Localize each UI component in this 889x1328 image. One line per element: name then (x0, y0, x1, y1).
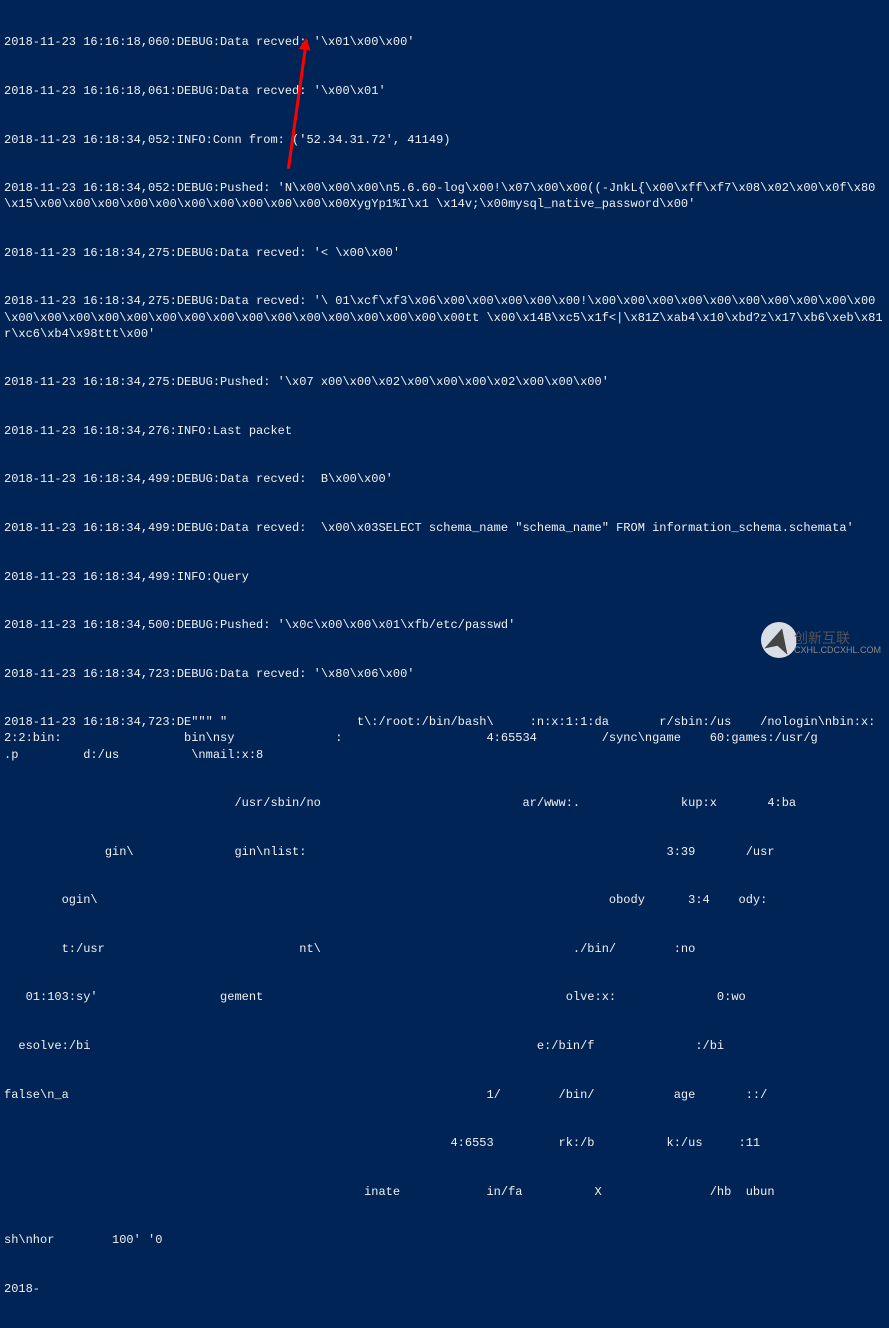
log-line: sh\nhor 100' '0 (4, 1232, 885, 1248)
log-line: esolve:/bi e:/bin/f :/bi (4, 1038, 885, 1054)
watermark-brand-name: 创新互联 (794, 631, 881, 646)
log-line: 2018-11-23 16:16:18,060:DEBUG:Data recve… (4, 34, 885, 50)
log-line: 2018-11-23 16:18:34,500:DEBUG:Pushed: '\… (4, 617, 885, 633)
log-line: 2018-11-23 16:18:34,723:DE""" " t\:/root… (4, 714, 885, 763)
terminal-output: 2018-11-23 16:16:18,060:DEBUG:Data recve… (0, 0, 889, 1328)
log-line: gin\ gin\nlist: 3:39 /usr (4, 844, 885, 860)
log-line: ogin\ obody 3:4 ody: (4, 892, 885, 908)
log-line: 2018-11-23 16:18:34,723:DEBUG:Data recve… (4, 666, 885, 682)
log-line: 2018-11-23 16:18:34,275:DEBUG:Pushed: '\… (4, 374, 885, 390)
log-line: 01:103:sy' gement olve:x: 0:wo (4, 989, 885, 1005)
log-line: 2018-11-23 16:18:34,276:INFO:Last packet (4, 423, 885, 439)
log-line: 4:6553 rk:/b k:/us :11 (4, 1135, 885, 1151)
watermark-brand: 创新互联 CXHL.CDCXHL.COM (794, 631, 881, 656)
log-line: t:/usr nt\ ./bin/ :no (4, 941, 885, 957)
log-line: 2018-11-23 16:18:34,499:INFO:Query (4, 569, 885, 585)
log-line: /usr/sbin/no ar/www:. kup:x 4:ba (4, 795, 885, 811)
log-line: 2018-11-23 16:18:34,275:DEBUG:Data recve… (4, 245, 885, 261)
log-line: 2018-11-23 16:18:34,052:INFO:Conn from: … (4, 132, 885, 148)
log-line: inate in/fa X /hb ubun (4, 1184, 885, 1200)
log-line: 2018- (4, 1281, 885, 1297)
log-line: 2018-11-23 16:18:34,052:DEBUG:Pushed: 'N… (4, 180, 885, 212)
log-line: 2018-11-23 16:16:18,061:DEBUG:Data recve… (4, 83, 885, 99)
watermark-logo-icon (761, 622, 797, 658)
log-line: 2018-11-23 16:18:34,275:DEBUG:Data recve… (4, 293, 885, 342)
log-line: 2018-11-23 16:18:34,499:DEBUG:Data recve… (4, 520, 885, 536)
log-line: false\n_a 1/ /bin/ age ::/ (4, 1087, 885, 1103)
log-line: 2018-11-23 16:18:34,499:DEBUG:Data recve… (4, 471, 885, 487)
watermark-brand-sub: CXHL.CDCXHL.COM (794, 646, 881, 656)
